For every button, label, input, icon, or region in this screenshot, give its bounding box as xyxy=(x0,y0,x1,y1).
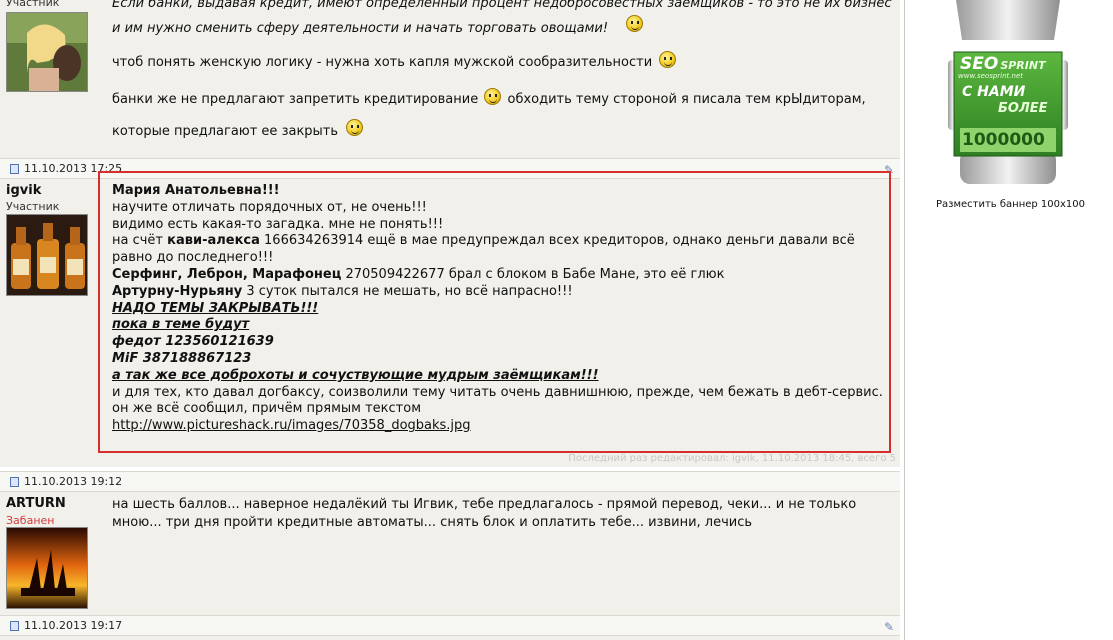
message-text: и им нужно сменить сферу деятельности и … xyxy=(112,20,609,36)
post: ARTURN Забанен на шесть баллов... наверн… xyxy=(0,492,900,615)
banner-url: www.seosprint.net xyxy=(958,72,1023,80)
post-message: Если банки, выдавая кредит, имеют опреде… xyxy=(112,0,892,141)
author-rank: Забанен xyxy=(6,514,55,527)
banner-number: 1000000 xyxy=(962,130,1045,150)
message-line: чтоб понять женскую логику - нужна хоть … xyxy=(112,50,892,72)
message-line: Если банки, выдавая кредит, имеют опреде… xyxy=(112,0,892,11)
seosprint-banner[interactable]: SEO SPRINT www.seosprint.net С НАМИ БОЛЕЕ… xyxy=(948,0,1068,190)
post xyxy=(0,636,900,640)
author-rank: Участник xyxy=(6,200,60,213)
post-icon[interactable] xyxy=(10,164,19,174)
message-line: мною... три дня пройти кредитные автомат… xyxy=(112,515,753,530)
banner-brand: SEO SPRINT xyxy=(960,54,1046,74)
thinking-smiley-icon xyxy=(346,119,364,137)
laughing-smiley-icon xyxy=(484,88,502,106)
post-date[interactable]: 11.10.2013 19:17 xyxy=(24,619,122,632)
message-line: на шесть баллов... наверное недалёкий ты… xyxy=(112,497,857,512)
avatar[interactable] xyxy=(6,12,88,92)
message-text: чтоб понять женскую логику - нужна хоть … xyxy=(112,54,653,70)
edited-note: Последний раз редактировал: igvik, 11.10… xyxy=(568,453,896,464)
avatar[interactable] xyxy=(6,214,88,296)
post-date[interactable]: 11.10.2013 19:12 xyxy=(24,475,122,488)
message-text: которые предлагают ее закрыть xyxy=(112,124,339,140)
post-author: Участник xyxy=(0,0,103,158)
banner-caption[interactable]: Разместить баннер 100x100 xyxy=(908,199,1113,210)
post-message: на шесть баллов... наверное недалёкий ты… xyxy=(112,496,892,532)
avatar-image xyxy=(7,215,87,295)
smiley-icon xyxy=(659,50,677,68)
edit-icon[interactable]: ✎ xyxy=(884,620,894,634)
message-line: банки же не предлагают запретить кредити… xyxy=(112,88,892,109)
post-icon[interactable] xyxy=(10,621,19,631)
post: Участник Если банки, выдавая кредит, име… xyxy=(0,0,900,158)
highlight-annotation xyxy=(98,171,891,453)
avatar-image xyxy=(7,13,87,91)
post-icon[interactable] xyxy=(10,477,19,487)
forum-thread: Участник Если банки, выдавая кредит, име… xyxy=(0,0,905,640)
banner-line1: С НАМИ xyxy=(962,84,1026,100)
author-nick[interactable]: ARTURN xyxy=(6,496,66,511)
message-text: банки же не предлагают запретить кредити… xyxy=(112,92,479,108)
message-line: и им нужно сменить сферу деятельности и … xyxy=(112,14,892,38)
avatar[interactable] xyxy=(6,527,88,609)
banner-line2: БОЛЕЕ xyxy=(998,101,1048,116)
message-line: которые предлагают ее закрыть xyxy=(112,119,892,141)
author-rank: Участник xyxy=(6,0,60,9)
post-header: 11.10.2013 19:17 ✎ xyxy=(0,615,900,636)
author-nick[interactable]: igvik xyxy=(6,183,41,198)
smiley-icon xyxy=(626,14,644,32)
post-header: 11.10.2013 19:12 xyxy=(0,471,900,492)
avatar-image xyxy=(7,528,87,608)
message-text: обходить тему стороной я писала тем крЫд… xyxy=(507,92,866,108)
